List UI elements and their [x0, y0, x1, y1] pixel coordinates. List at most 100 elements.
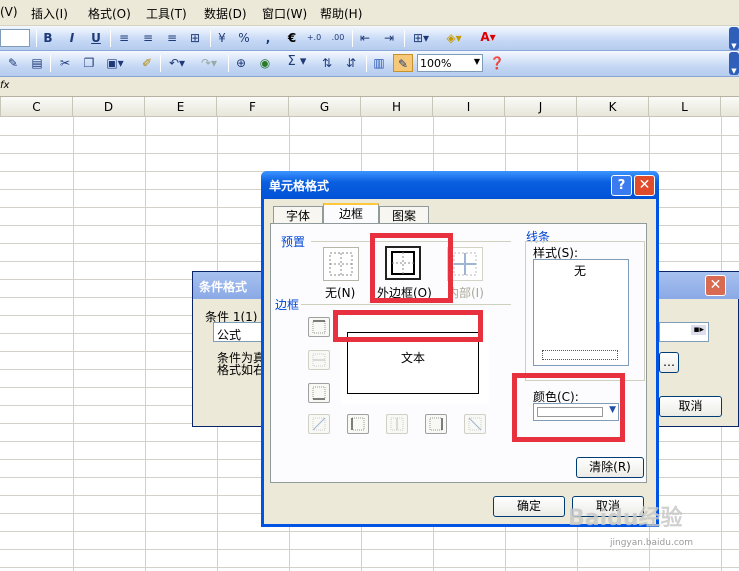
menu-view[interactable]: (V) [0, 5, 18, 19]
currency-icon[interactable]: ¥ [214, 29, 230, 47]
sort-ascending-icon[interactable]: ⇅ [318, 54, 336, 72]
percent-button[interactable]: % [236, 29, 252, 47]
toolbar-options-chevron-icon[interactable]: ▼ [729, 52, 739, 75]
menu-data[interactable]: 数据(D) [204, 5, 247, 22]
cf-format-button[interactable]: … [659, 352, 679, 373]
format-painter-icon[interactable]: ✐ [138, 54, 156, 72]
undo-icon[interactable]: ↶▾ [164, 54, 190, 72]
zoom-combo[interactable]: 100% ▼ [417, 54, 483, 72]
font-size-combo[interactable] [0, 29, 30, 47]
toolbar-options-chevron-icon[interactable]: ▼ [729, 27, 739, 50]
border-diagonal-down-button[interactable] [464, 414, 486, 434]
cut-icon[interactable]: ✂ [56, 54, 74, 72]
menu-tools[interactable]: 工具(T) [146, 5, 187, 22]
column-header[interactable]: G [289, 97, 361, 117]
help-icon[interactable]: ❓ [488, 54, 506, 72]
borders-icon[interactable]: ⊞▾ [408, 29, 434, 47]
watermark-url: jingyan.baidu.com [610, 538, 694, 548]
menu-bar: (V) 插入(I) 格式(O) 工具(T) 数据(D) 窗口(W) 帮助(H) [0, 0, 739, 26]
align-left-icon[interactable]: ≡ [116, 29, 132, 47]
border-right-button[interactable] [425, 414, 447, 434]
decrease-indent-icon[interactable]: ⇤ [356, 29, 374, 47]
border-bottom-button[interactable] [308, 383, 330, 403]
preset-none-label: 无(N) [325, 286, 356, 300]
web-icon[interactable]: ◉ [256, 54, 274, 72]
border-top-button[interactable] [308, 317, 330, 337]
copy-icon[interactable]: ❐ [80, 54, 98, 72]
hyperlink-icon[interactable]: ⊕ [232, 54, 250, 72]
clear-button[interactable]: 清除(R) [576, 457, 644, 478]
column-header[interactable]: E [145, 97, 217, 117]
preset-group-label: 预置 [281, 235, 306, 249]
column-header[interactable]: J [505, 97, 577, 117]
dialog-title: 单元格格式 [269, 179, 330, 193]
border-left-button[interactable] [347, 414, 369, 434]
menu-format[interactable]: 格式(O) [88, 5, 131, 22]
border-middle-v-button [386, 414, 408, 434]
cf-type-value: 公式 [217, 328, 242, 342]
fx-icon[interactable]: fx [0, 80, 9, 91]
align-right-icon[interactable]: ≡ [164, 29, 180, 47]
column-header[interactable]: L [649, 97, 721, 117]
increase-decimal-button[interactable]: +.0 [304, 29, 324, 47]
ok-button[interactable]: 确定 [493, 496, 565, 517]
cf-desc-line2: 格式如右 [217, 363, 266, 377]
border-inside-icon [453, 252, 477, 276]
line-style-none[interactable]: 无 [574, 262, 586, 279]
fill-color-icon[interactable]: ◈▾ [440, 29, 468, 47]
format-cells-titlebar[interactable]: 单元格格式 ? ✕ [261, 171, 659, 199]
preview-text: 文本 [401, 351, 426, 365]
column-headers: C D E F G H I J K L [0, 97, 739, 117]
formula-bar[interactable]: fx [0, 77, 739, 97]
border-tab-panel: 预置 无(N) 外边框(O) 内部(I) 边框 文本 线条 样式(S): 无 颜… [270, 223, 647, 483]
font-color-icon[interactable]: A▾ [474, 28, 502, 46]
paste-icon[interactable]: ▣▾ [102, 54, 128, 72]
chart-wizard-icon[interactable]: ▥ [370, 54, 388, 72]
column-header[interactable]: I [433, 97, 505, 117]
border-middle-h-button [308, 350, 330, 370]
cf-cancel-button[interactable]: 取消 [659, 396, 722, 417]
border-none-icon [329, 252, 353, 276]
border-diagonal-up-button[interactable] [308, 414, 330, 434]
redo-icon[interactable]: ↷▾ [196, 54, 222, 72]
highlight-top-border [333, 310, 483, 342]
cf-formula-input[interactable]: ▪▸ [659, 322, 709, 342]
zoom-dropdown-icon[interactable]: ▼ [474, 57, 480, 66]
highlight-outline-preset [370, 233, 453, 303]
line-style-list[interactable]: 无 [533, 259, 629, 366]
euro-button[interactable]: € [284, 29, 300, 47]
menu-help[interactable]: 帮助(H) [320, 5, 362, 22]
align-center-icon[interactable]: ≡ [140, 29, 156, 47]
column-header[interactable]: F [217, 97, 289, 117]
column-header[interactable]: H [361, 97, 433, 117]
cf-title: 条件格式 [199, 280, 248, 294]
border-group-label: 边框 [275, 298, 300, 312]
permission-icon[interactable]: ✎ [4, 54, 22, 72]
bold-button[interactable]: B [40, 29, 56, 47]
underline-button[interactable]: U [88, 29, 104, 47]
column-header[interactable]: C [1, 97, 73, 117]
autosum-button[interactable]: Σ ▾ [282, 53, 312, 71]
italic-button[interactable]: I [64, 29, 80, 47]
column-header[interactable]: D [73, 97, 145, 117]
menu-insert[interactable]: 插入(I) [31, 5, 68, 22]
menu-window[interactable]: 窗口(W) [262, 5, 307, 22]
increase-indent-icon[interactable]: ⇥ [380, 29, 398, 47]
dialog-help-icon[interactable]: ? [611, 175, 632, 196]
watermark-brand: Baidu经验 [568, 506, 683, 531]
column-header[interactable]: K [577, 97, 649, 117]
zoom-value: 100% [420, 57, 452, 70]
decrease-decimal-button[interactable]: .00 [328, 29, 348, 47]
research-icon[interactable]: ▤ [28, 54, 46, 72]
format-cells-dialog: 单元格格式 ? ✕ 字体 边框 图案 预置 无(N) 外边框(O) 内部(I) … [261, 171, 659, 527]
sort-descending-icon[interactable]: ⇵ [342, 54, 360, 72]
line-style-selected[interactable] [542, 350, 618, 360]
collapse-dialog-icon[interactable]: ▪▸ [691, 325, 706, 335]
dialog-close-icon[interactable]: ✕ [634, 175, 655, 196]
formatting-toolbar: B I U ≡ ≡ ≡ ⊞ ¥ % , € +.0 .00 ⇤ ⇥ ⊞▾ ◈▾ … [0, 26, 739, 51]
merge-center-icon[interactable]: ⊞ [186, 29, 204, 47]
drawing-icon[interactable]: ✎ [393, 54, 413, 72]
comma-button[interactable]: , [260, 29, 276, 47]
preset-none-button[interactable] [323, 247, 359, 281]
cf-close-icon[interactable]: ✕ [705, 275, 726, 296]
